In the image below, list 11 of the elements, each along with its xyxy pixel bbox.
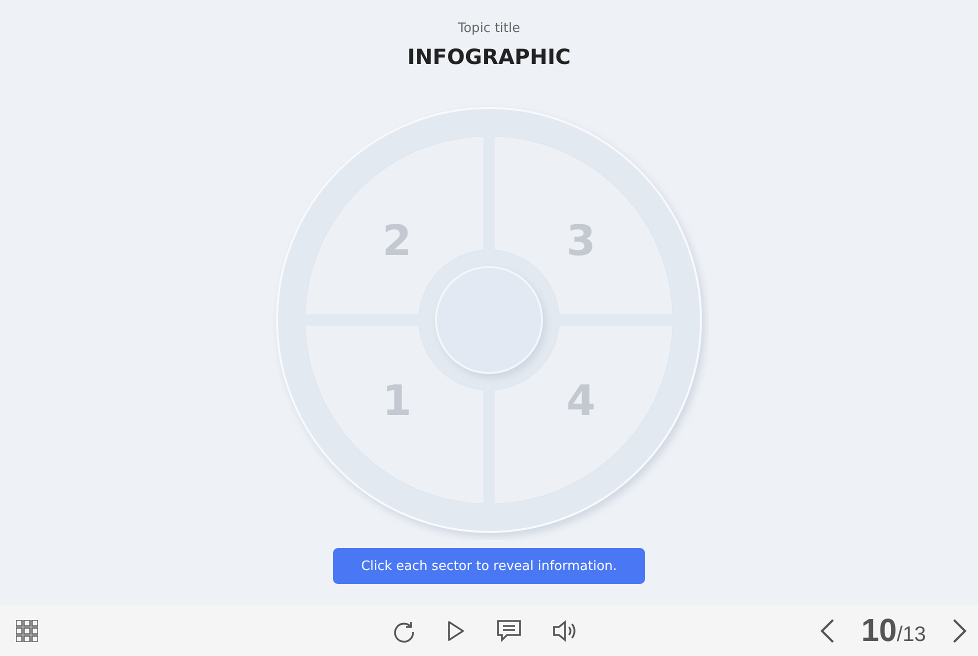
menu-grid-icon[interactable] (16, 620, 38, 642)
comment-icon[interactable] (496, 618, 522, 642)
current-page: 10 (861, 612, 897, 649)
hint-button[interactable]: Click each sector to reveal information. (333, 548, 645, 584)
play-icon[interactable] (446, 618, 466, 642)
volume-icon[interactable] (552, 618, 578, 642)
topic-title: Topic title (458, 21, 520, 36)
next-icon[interactable] (952, 618, 968, 644)
page-total: /13 (896, 623, 926, 647)
slide-title: INFOGRAPHIC (407, 45, 571, 69)
previous-icon[interactable] (819, 618, 836, 644)
